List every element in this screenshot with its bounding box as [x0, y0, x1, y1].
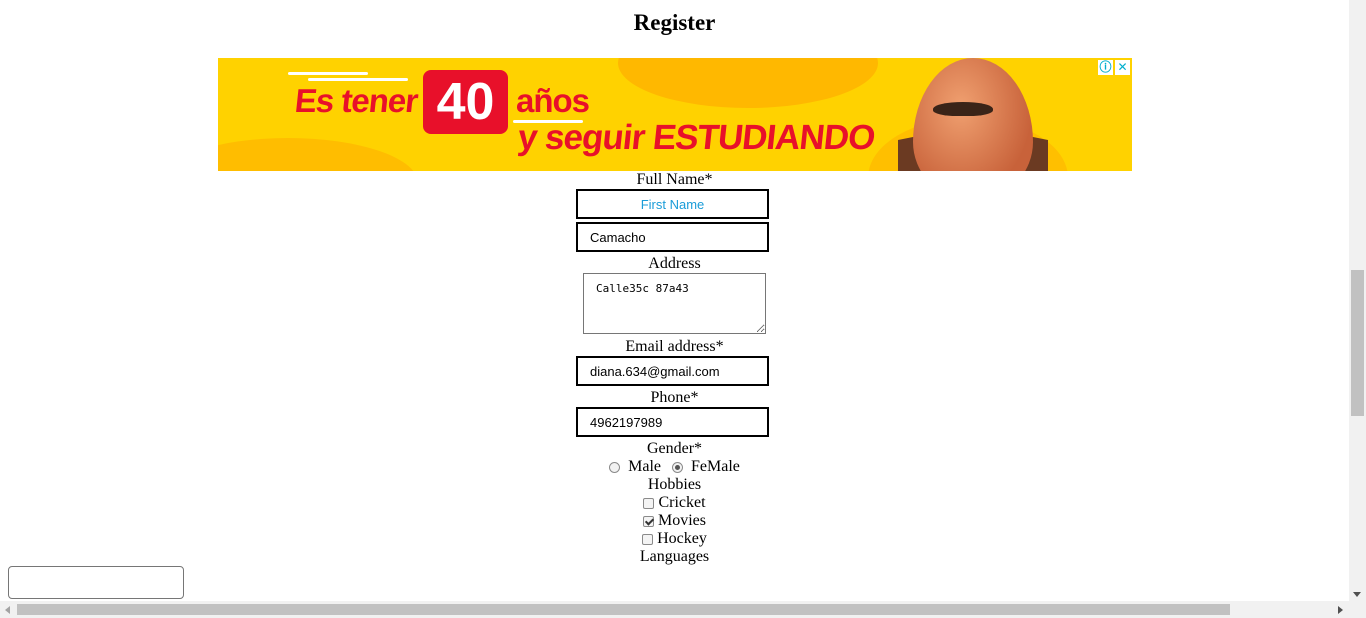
close-icon[interactable]: ✕ [1115, 60, 1130, 75]
phone-label: Phone* [650, 389, 699, 406]
ad-number: 40 [423, 70, 508, 134]
hobby-hockey-checkbox[interactable] [642, 533, 654, 545]
ad-text-line2a: y seguir [516, 118, 647, 157]
hobby-item: Hockey [0, 530, 1349, 548]
gender-male-label: Male [628, 458, 661, 475]
email-label: Email address* [625, 338, 724, 355]
page-title: Register [633, 10, 716, 35]
ad-decoration-line [288, 72, 368, 75]
gender-male-radio[interactable] [609, 461, 621, 473]
ad-text-line1b: años [516, 82, 590, 119]
last-name-input[interactable] [576, 222, 769, 252]
ad-text-line2: y seguir ESTUDIANDO [516, 118, 877, 158]
scroll-down-icon[interactable] [1353, 592, 1361, 597]
ad-text-line2b: ESTUDIANDO [650, 118, 877, 157]
hobby-item: Cricket [0, 494, 1349, 512]
hobby-cricket-label: Cricket [658, 494, 706, 511]
hobby-item: Movies [0, 512, 1349, 530]
address-label: Address [648, 255, 701, 272]
info-icon[interactable]: ⓘ [1098, 60, 1113, 75]
ad-mustache [933, 102, 993, 116]
ad-decoration-line [308, 78, 408, 81]
hobby-movies-label: Movies [658, 512, 706, 529]
phone-input[interactable] [576, 407, 769, 437]
ad-text-line1a: Es tener [293, 82, 420, 119]
full-name-label: Full Name* [636, 171, 713, 188]
ad-decoration [618, 58, 878, 108]
ad-choices: ⓘ ✕ [1098, 60, 1130, 75]
hobby-hockey-label: Hockey [657, 530, 707, 547]
horizontal-scrollbar[interactable] [0, 601, 1366, 618]
ad-banner[interactable]: Es tener 40 años y seguir ESTUDIANDO ⓘ ✕ [218, 58, 1132, 171]
ad-decoration [218, 138, 418, 171]
address-textarea[interactable]: Calle35c 87a43 [583, 273, 766, 334]
floating-input-box[interactable] [8, 566, 184, 599]
vertical-scrollbar[interactable] [1349, 0, 1366, 601]
hobby-movies-checkbox[interactable] [643, 515, 654, 527]
hobbies-label: Hobbies [647, 476, 702, 493]
scroll-right-icon[interactable] [1338, 606, 1343, 614]
languages-label: Languages [639, 548, 710, 565]
gender-group: Male FeMale [0, 458, 1349, 476]
gender-female-radio[interactable] [672, 461, 683, 473]
vertical-scroll-thumb[interactable] [1351, 270, 1364, 416]
gender-label: Gender* [646, 440, 703, 457]
gender-female-label: FeMale [691, 458, 740, 475]
first-name-input[interactable] [576, 189, 769, 219]
hobby-cricket-checkbox[interactable] [643, 497, 655, 509]
scroll-left-icon[interactable] [5, 606, 10, 614]
email-input[interactable] [576, 356, 769, 386]
horizontal-scroll-thumb[interactable] [17, 604, 1230, 615]
